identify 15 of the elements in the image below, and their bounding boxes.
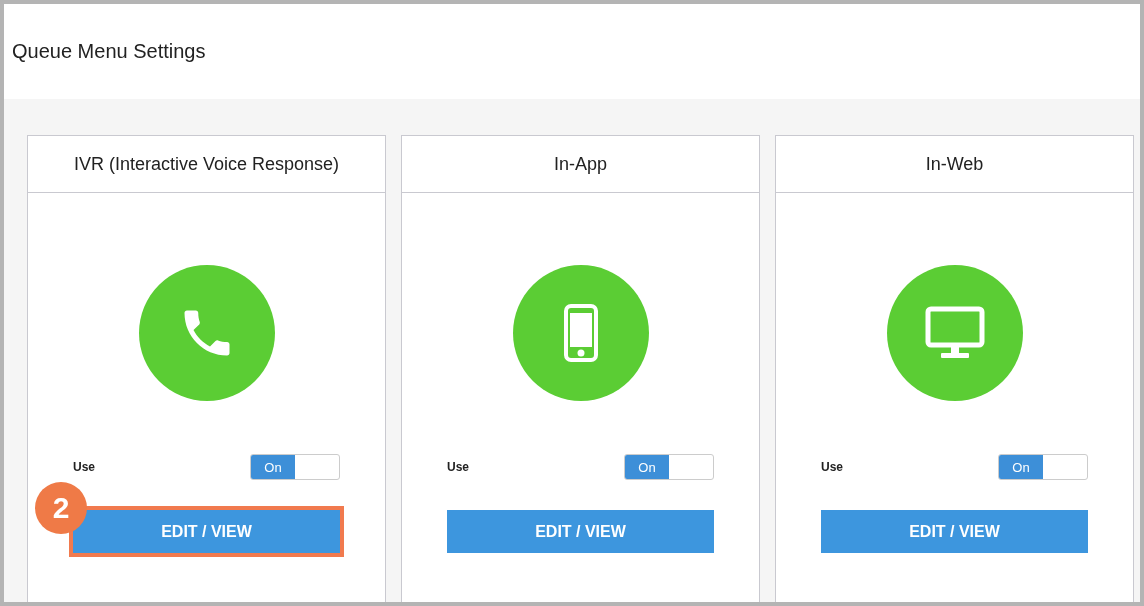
card-title: IVR (Interactive Voice Response): [73, 153, 340, 175]
card-title: In-Web: [925, 153, 984, 175]
edit-view-button[interactable]: EDIT / VIEW: [821, 510, 1088, 553]
on-off-toggle[interactable]: On: [998, 454, 1088, 480]
step-number-badge: 2: [35, 482, 87, 534]
edit-view-button[interactable]: EDIT / VIEW: [447, 510, 714, 553]
on-off-toggle[interactable]: On: [250, 454, 340, 480]
use-label: Use: [821, 460, 843, 474]
use-label: Use: [73, 460, 95, 474]
on-off-toggle[interactable]: On: [624, 454, 714, 480]
monitor-icon: [924, 306, 985, 360]
card-title: In-App: [553, 153, 607, 175]
page-title: Queue Menu Settings: [12, 40, 206, 63]
use-label: Use: [447, 460, 469, 474]
mobile-phone-icon: [563, 304, 598, 362]
